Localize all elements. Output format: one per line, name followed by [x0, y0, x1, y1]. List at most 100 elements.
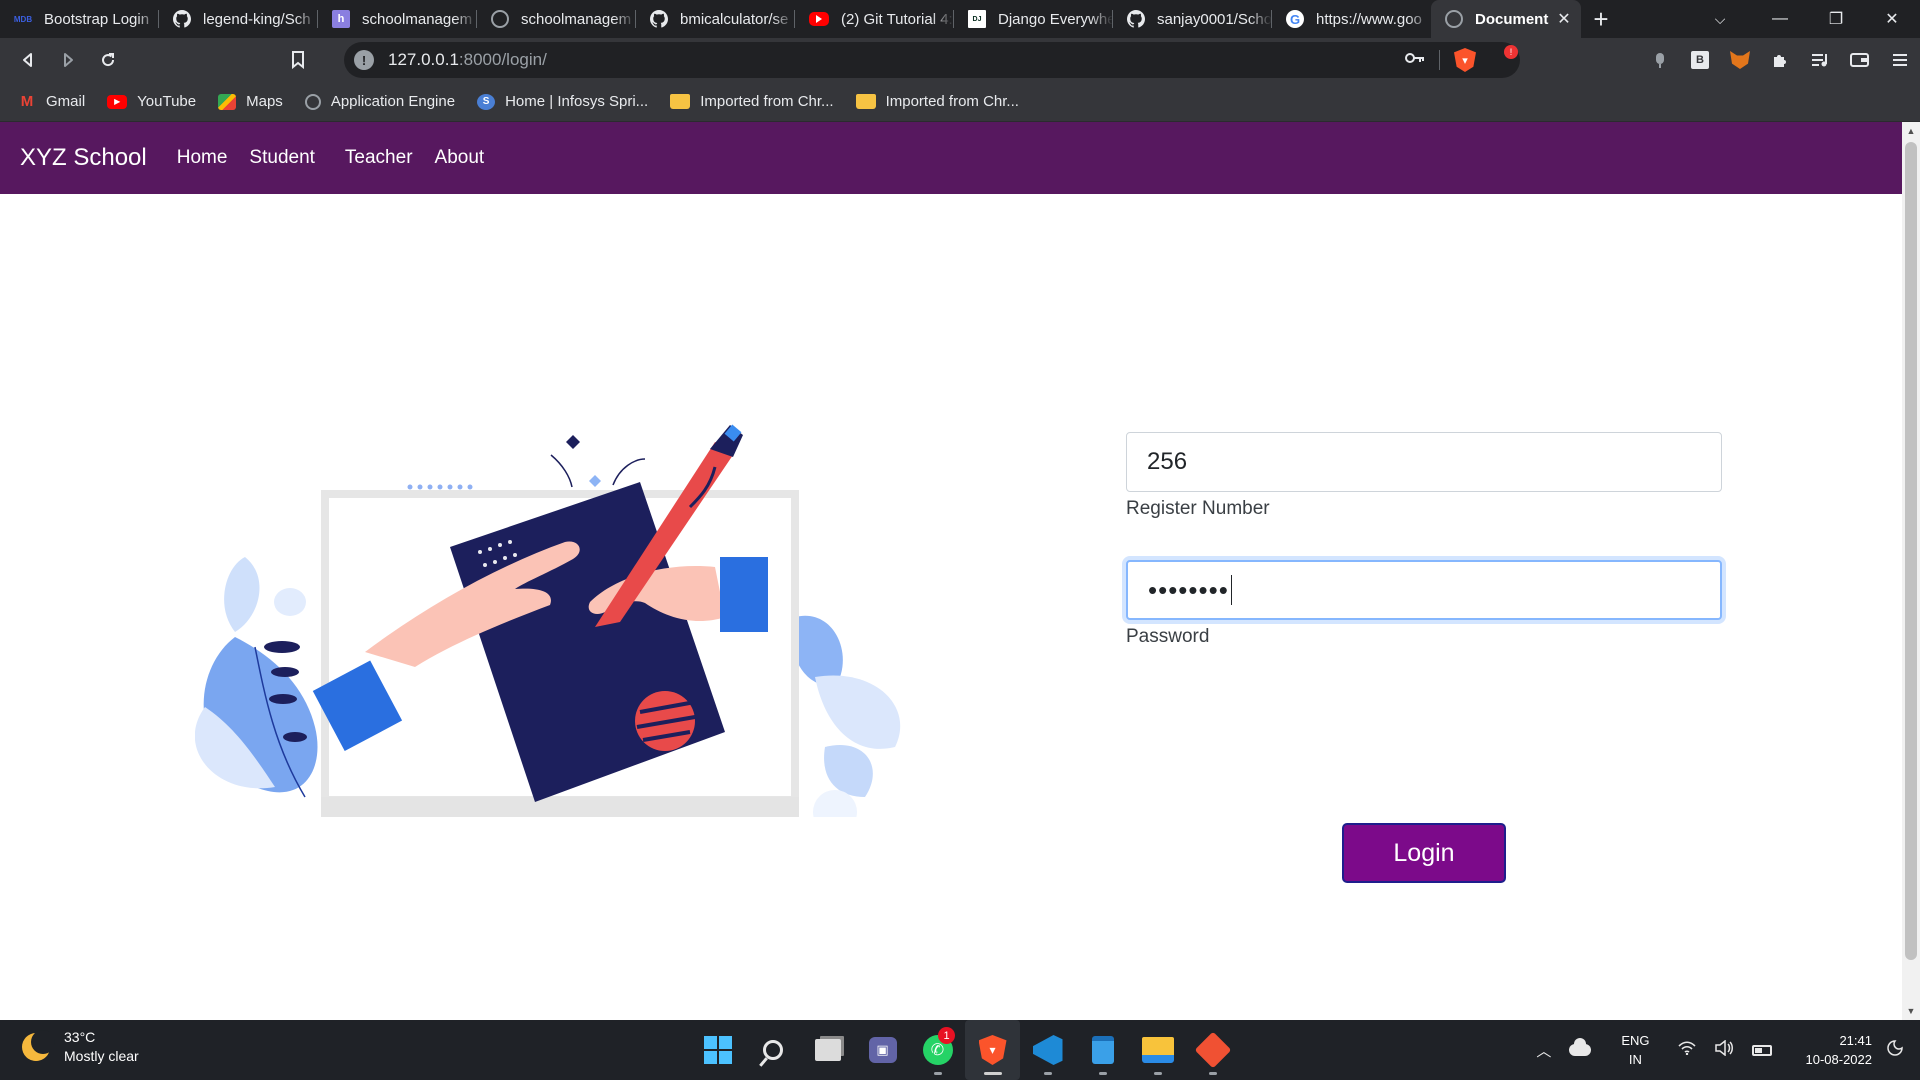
search-icon[interactable]	[745, 1020, 800, 1080]
globe-icon	[304, 93, 321, 110]
menu-icon[interactable]	[1880, 38, 1920, 82]
scroll-thumb[interactable]	[1905, 142, 1917, 960]
new-tab-button[interactable]: +	[1581, 0, 1621, 38]
bookmark-gmail[interactable]: M Gmail	[18, 93, 85, 110]
back-icon	[23, 53, 32, 67]
bitwarden-icon[interactable]: B	[1680, 38, 1720, 82]
browser-tab-active[interactable]: Document ✕	[1431, 0, 1581, 38]
folder-icon	[670, 94, 691, 109]
brave-shields-icon[interactable]: ▾	[1454, 48, 1476, 72]
language-indicator[interactable]: ENG IN	[1621, 1031, 1649, 1069]
github-icon	[650, 10, 668, 28]
close-tab-icon[interactable]: ✕	[1553, 9, 1575, 29]
infosys-icon: S	[477, 93, 496, 110]
windows-taskbar: 33°C Mostly clear ▣ ✆ 1 ▾ ︿ ENG IN 21:41 …	[0, 1020, 1920, 1080]
scroll-up-icon[interactable]: ▲	[1902, 122, 1920, 140]
wifi-icon[interactable]	[1677, 1041, 1696, 1059]
leaf-dark	[264, 641, 300, 653]
bookmark-youtube[interactable]: ▶ YouTube	[107, 93, 196, 110]
browser-tab[interactable]: G https://www.goo	[1272, 0, 1431, 38]
register-number-input[interactable]: 256	[1126, 432, 1722, 492]
extensions-icon[interactable]	[1760, 38, 1800, 82]
folder-icon	[855, 94, 876, 109]
tab-title: Django Everywhe	[998, 10, 1113, 28]
whatsapp-icon[interactable]: ✆ 1	[910, 1020, 965, 1080]
browser-tab[interactable]: schoolmanagem	[477, 0, 636, 38]
brave-rewards-icon[interactable]: !	[1490, 45, 1518, 71]
tab-title: legend-king/Sch	[203, 10, 311, 28]
notification-icon[interactable]	[1886, 1039, 1904, 1061]
volume-icon[interactable]	[1714, 1039, 1734, 1060]
tab-title: sanjay0001/Scho	[1157, 10, 1272, 28]
wallet-icon[interactable]	[1840, 38, 1880, 82]
password-key-icon[interactable]	[1405, 51, 1425, 69]
forward-button[interactable]	[48, 42, 88, 78]
browser-tab[interactable]: MDB Bootstrap Login	[0, 0, 159, 38]
nav-link-teacher[interactable]: Teacher	[345, 147, 413, 169]
password-input[interactable]: ••••••••	[1126, 560, 1722, 620]
file-explorer-icon[interactable]	[1130, 1020, 1185, 1080]
bookmark-folder[interactable]: Imported from Chr...	[855, 93, 1019, 110]
page-scrollbar[interactable]: ▲ ▼	[1902, 122, 1920, 1020]
page-viewport: XYZ School Home Student Teacher About 25…	[0, 122, 1902, 1020]
playlist-icon[interactable]	[1800, 38, 1840, 82]
globe-icon	[491, 10, 509, 28]
maximize-button[interactable]: ❐	[1808, 0, 1864, 38]
tab-search-icon[interactable]: ⌵	[1688, 0, 1752, 38]
maps-icon	[218, 93, 237, 110]
nav-link-about[interactable]: About	[435, 147, 485, 169]
right-sleeve	[720, 557, 768, 632]
metamask-icon[interactable]	[1720, 38, 1760, 82]
tab-title: https://www.goo	[1316, 10, 1422, 28]
browser-tab[interactable]: legend-king/Sch	[159, 0, 318, 38]
back-button[interactable]	[8, 42, 48, 78]
browser-tab[interactable]: (2) Git Tutorial 4:	[795, 0, 954, 38]
weather-desc: Mostly clear	[64, 1048, 139, 1064]
site-navbar: XYZ School Home Student Teacher About	[0, 122, 1902, 194]
bookmark-application-engine[interactable]: Application Engine	[304, 93, 455, 110]
mdb-icon: MDB	[13, 14, 33, 24]
site-info-icon[interactable]: !	[354, 50, 374, 70]
fern-left	[224, 557, 260, 632]
site-brand[interactable]: XYZ School	[20, 144, 147, 172]
minimize-button[interactable]: —	[1752, 0, 1808, 38]
teams-chat-icon[interactable]: ▣	[855, 1020, 910, 1080]
tab-title: bmicalculator/se	[680, 10, 789, 28]
bookmark-icon	[292, 51, 304, 69]
address-bar[interactable]: ! 127.0.0.1:8000/login/ ▾ !	[344, 42, 1520, 78]
brave-icon[interactable]: ▾	[965, 1020, 1020, 1080]
onedrive-icon[interactable]	[1569, 1038, 1592, 1056]
reload-icon	[102, 53, 115, 67]
float-diamond	[566, 435, 580, 449]
login-button[interactable]: Login	[1342, 823, 1506, 883]
browser-tab-strip: MDB Bootstrap Login legend-king/Sch h sc…	[0, 0, 1920, 38]
browser-tab[interactable]: bmicalculator/se	[636, 0, 795, 38]
close-window-button[interactable]: ✕	[1864, 0, 1920, 38]
window-controls: ⌵ — ❐ ✕	[1688, 0, 1920, 38]
chevron-up-icon[interactable]: ︿	[1536, 1040, 1551, 1061]
bookmark-maps[interactable]: Maps	[218, 93, 283, 110]
task-view-icon[interactable]	[800, 1020, 855, 1080]
browser-tab[interactable]: sanjay0001/Scho	[1113, 0, 1272, 38]
gmail-icon: M	[20, 93, 34, 110]
bookmark-button[interactable]	[278, 42, 318, 78]
vscode-icon[interactable]	[1020, 1020, 1075, 1080]
weather-widget[interactable]: 33°C Mostly clear	[22, 1028, 139, 1066]
bookmark-infosys[interactable]: S Home | Infosys Spri...	[477, 93, 648, 110]
camera-icon[interactable]	[1640, 38, 1680, 82]
nav-link-home[interactable]: Home	[177, 147, 228, 169]
taskbar-apps: ▣ ✆ 1 ▾	[690, 1020, 1240, 1080]
browser-tab[interactable]: DJ Django Everywhe	[954, 0, 1113, 38]
clock[interactable]: 21:41 10-08-2022	[1806, 1031, 1873, 1069]
reload-button[interactable]	[88, 42, 128, 78]
google-icon: G	[1286, 10, 1304, 28]
bookmark-folder[interactable]: Imported from Chr...	[670, 93, 834, 110]
notepad-icon[interactable]	[1075, 1020, 1130, 1080]
scroll-down-icon[interactable]: ▼	[1902, 1002, 1920, 1020]
windows-start-icon[interactable]	[690, 1020, 745, 1080]
nav-link-student[interactable]: Student	[249, 147, 315, 169]
git-icon[interactable]	[1185, 1020, 1240, 1080]
battery-icon[interactable]	[1751, 1044, 1772, 1056]
browser-tab[interactable]: h schoolmanagem	[318, 0, 477, 38]
monitor-chin	[321, 797, 799, 817]
